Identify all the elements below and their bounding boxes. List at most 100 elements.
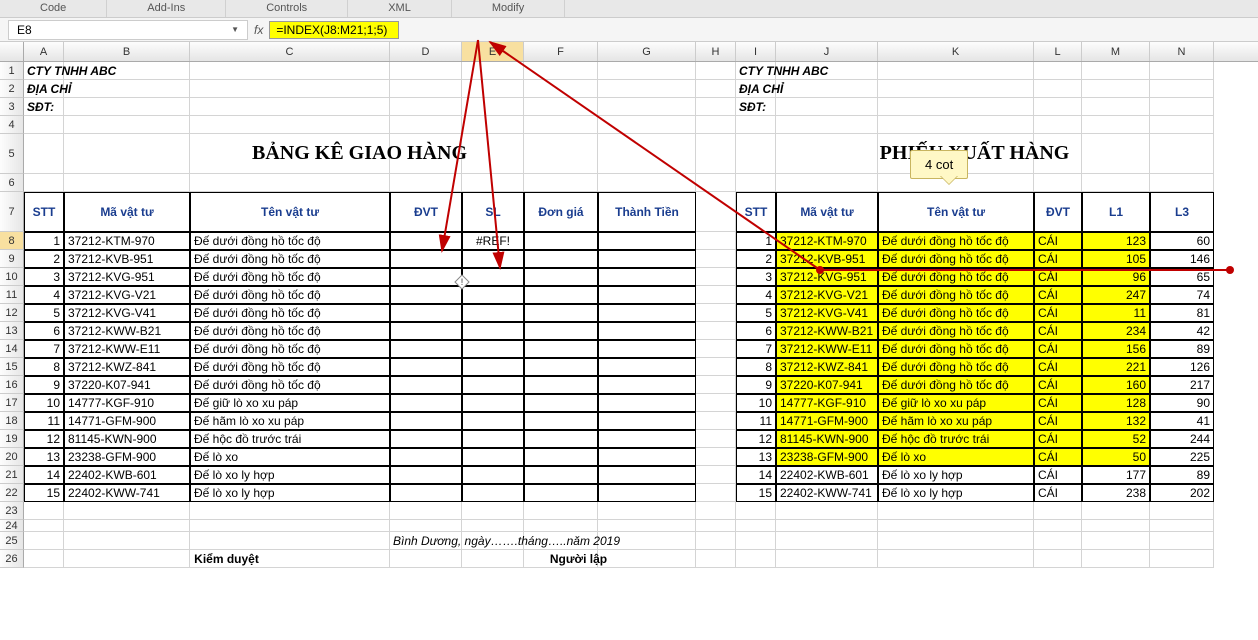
- cell-E24[interactable]: [462, 520, 524, 532]
- cell-A10[interactable]: 3: [24, 268, 64, 286]
- cell-D20[interactable]: [390, 448, 462, 466]
- cell-L26[interactable]: [1034, 550, 1082, 568]
- cell-D1[interactable]: [390, 62, 462, 80]
- row-header[interactable]: 10: [0, 268, 24, 286]
- cell-A7[interactable]: STT: [24, 192, 64, 232]
- cell-A8[interactable]: 1: [24, 232, 64, 250]
- cell-E10[interactable]: [462, 268, 524, 286]
- cell-E16[interactable]: [462, 376, 524, 394]
- cell-L19[interactable]: CÁI: [1034, 430, 1082, 448]
- cell-K13[interactable]: Đế dưới đồng hồ tốc độ: [878, 322, 1034, 340]
- cell-I2[interactable]: ĐỊA CHỈ: [736, 80, 1034, 98]
- cell-F16[interactable]: [524, 376, 598, 394]
- cell-F7[interactable]: Đơn giá: [524, 192, 598, 232]
- cell-H2[interactable]: [696, 80, 736, 98]
- cell-I18[interactable]: 11: [736, 412, 776, 430]
- cell-I16[interactable]: 9: [736, 376, 776, 394]
- cell-K16[interactable]: Đế dưới đồng hồ tốc độ: [878, 376, 1034, 394]
- cell-M8[interactable]: 123: [1082, 232, 1150, 250]
- cell-I8[interactable]: 1: [736, 232, 776, 250]
- cell-G15[interactable]: [598, 358, 696, 376]
- cell-M4[interactable]: [1082, 116, 1150, 134]
- cell-D13[interactable]: [390, 322, 462, 340]
- cell-C20[interactable]: Đế lò xo: [190, 448, 390, 466]
- cell-D21[interactable]: [390, 466, 462, 484]
- cell-M16[interactable]: 160: [1082, 376, 1150, 394]
- cell-B8[interactable]: 37212-KTM-970: [64, 232, 190, 250]
- cell-E1[interactable]: [462, 62, 524, 80]
- cell-N13[interactable]: 42: [1150, 322, 1214, 340]
- row-header[interactable]: 8: [0, 232, 24, 250]
- cell-L8[interactable]: CÁI: [1034, 232, 1082, 250]
- cell-A4[interactable]: [24, 116, 64, 134]
- row-header[interactable]: 2: [0, 80, 24, 98]
- cell-E17[interactable]: [462, 394, 524, 412]
- cell-C25[interactable]: [190, 532, 390, 550]
- cell-J20[interactable]: 23238-GFM-900: [776, 448, 878, 466]
- column-header[interactable]: F: [524, 42, 598, 61]
- cell-B22[interactable]: 22402-KWW-741: [64, 484, 190, 502]
- cell-G10[interactable]: [598, 268, 696, 286]
- cell-D26[interactable]: [390, 550, 462, 568]
- cell-A9[interactable]: 2: [24, 250, 64, 268]
- ribbon-tab[interactable]: Modify: [452, 0, 565, 17]
- cell-A20[interactable]: 13: [24, 448, 64, 466]
- cell-J6[interactable]: [776, 174, 878, 192]
- cell-A21[interactable]: 14: [24, 466, 64, 484]
- column-header[interactable]: H: [696, 42, 736, 61]
- cell-C10[interactable]: Đế dưới đồng hồ tốc độ: [190, 268, 390, 286]
- cell-A14[interactable]: 7: [24, 340, 64, 358]
- cell-I22[interactable]: 15: [736, 484, 776, 502]
- cell-L1[interactable]: [1034, 62, 1082, 80]
- cell-D12[interactable]: [390, 304, 462, 322]
- cell-A17[interactable]: 10: [24, 394, 64, 412]
- cell-F11[interactable]: [524, 286, 598, 304]
- cell-H5[interactable]: [696, 134, 736, 174]
- cell-H23[interactable]: [696, 502, 736, 520]
- cell-C13[interactable]: Đế dưới đồng hồ tốc độ: [190, 322, 390, 340]
- cell-H4[interactable]: [696, 116, 736, 134]
- cell-K23[interactable]: [878, 502, 1034, 520]
- cell-H26[interactable]: [696, 550, 736, 568]
- column-header[interactable]: J: [776, 42, 878, 61]
- cell-H21[interactable]: [696, 466, 736, 484]
- cell-L6[interactable]: [1034, 174, 1082, 192]
- cell-J19[interactable]: 81145-KWN-900: [776, 430, 878, 448]
- cell-I25[interactable]: [736, 532, 776, 550]
- row-header[interactable]: 9: [0, 250, 24, 268]
- cell-G9[interactable]: [598, 250, 696, 268]
- cell-J18[interactable]: 14771-GFM-900: [776, 412, 878, 430]
- row-header[interactable]: 24: [0, 520, 24, 532]
- cell-L17[interactable]: CÁI: [1034, 394, 1082, 412]
- cell-A15[interactable]: 8: [24, 358, 64, 376]
- cell-H9[interactable]: [696, 250, 736, 268]
- cell-N16[interactable]: 217: [1150, 376, 1214, 394]
- column-header[interactable]: L: [1034, 42, 1082, 61]
- cell-A16[interactable]: 9: [24, 376, 64, 394]
- cell-B26[interactable]: Kiểm duyệt: [64, 550, 390, 568]
- cell-N1[interactable]: [1150, 62, 1214, 80]
- cell-K21[interactable]: Đế lò xo ly hợp: [878, 466, 1034, 484]
- cell-M7[interactable]: L1: [1082, 192, 1150, 232]
- cell-I9[interactable]: 2: [736, 250, 776, 268]
- cell-C18[interactable]: Đế hãm lò xo xu páp: [190, 412, 390, 430]
- cell-E18[interactable]: [462, 412, 524, 430]
- cell-L12[interactable]: CÁI: [1034, 304, 1082, 322]
- cell-K19[interactable]: Đế hộc đồ trước trái: [878, 430, 1034, 448]
- cell-N17[interactable]: 90: [1150, 394, 1214, 412]
- cell-B24[interactable]: [64, 520, 190, 532]
- cell-A1[interactable]: CTY TNHH ABC: [24, 62, 390, 80]
- cell-J24[interactable]: [776, 520, 878, 532]
- cell-E14[interactable]: [462, 340, 524, 358]
- cell-H16[interactable]: [696, 376, 736, 394]
- cell-C11[interactable]: Đế dưới đồng hồ tốc độ: [190, 286, 390, 304]
- cell-H24[interactable]: [696, 520, 736, 532]
- cell-F18[interactable]: [524, 412, 598, 430]
- cell-K4[interactable]: [878, 116, 1034, 134]
- row-header[interactable]: 1: [0, 62, 24, 80]
- cell-F13[interactable]: [524, 322, 598, 340]
- cell-K25[interactable]: [878, 532, 1034, 550]
- cell-M25[interactable]: [1082, 532, 1150, 550]
- cell-B18[interactable]: 14771-GFM-900: [64, 412, 190, 430]
- cell-M21[interactable]: 177: [1082, 466, 1150, 484]
